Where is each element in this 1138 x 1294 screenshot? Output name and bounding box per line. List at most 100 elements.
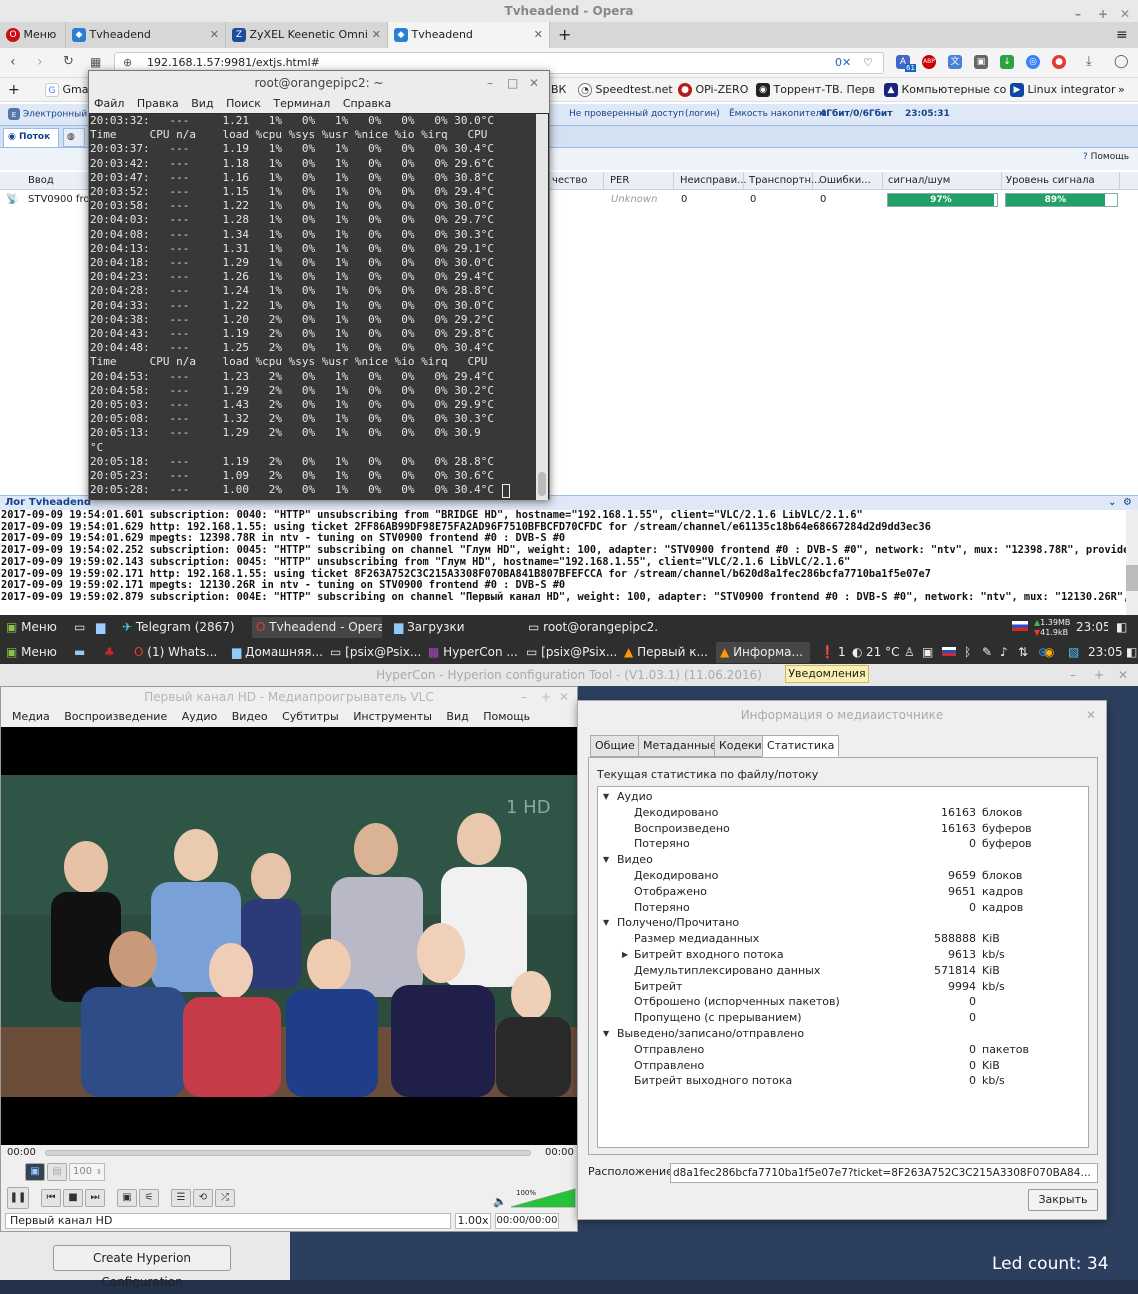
forward-icon[interactable]: › bbox=[37, 54, 43, 70]
download-green-icon[interactable]: ↓ bbox=[1000, 55, 1014, 69]
tab-codecs[interactable]: Кодеки bbox=[714, 735, 767, 757]
maximize-icon[interactable]: + bbox=[1094, 664, 1104, 686]
panel-menu-button[interactable]: ▣ Меню bbox=[2, 617, 66, 638]
tab-stream[interactable]: ◉ Поток bbox=[3, 128, 59, 147]
task-terminal[interactable]: ▭ root@orangepipc2... bbox=[524, 617, 658, 638]
tab-menu-icon[interactable]: ≡ bbox=[1110, 22, 1134, 48]
maximize-icon[interactable]: □ bbox=[507, 71, 518, 95]
close-icon[interactable]: ✕ bbox=[559, 687, 569, 707]
heart-icon[interactable]: ♡ bbox=[863, 53, 873, 73]
menu-video[interactable]: Видео bbox=[232, 710, 268, 723]
tree-item[interactable]: Отправлено 0 пакетов bbox=[598, 1042, 1088, 1058]
tab-tvheadend-2[interactable]: ◆ Tvheadend ✕ bbox=[388, 22, 550, 48]
tree-group[interactable]: ▼ Получено/Прочитано bbox=[598, 915, 1088, 931]
close-icon[interactable]: ✕ bbox=[1118, 664, 1128, 686]
tree-item[interactable]: Пропущено (с прерыванием) 0 bbox=[598, 1010, 1088, 1026]
expand-arrow-icon[interactable]: ▼ bbox=[603, 915, 609, 931]
panel-temperature[interactable]: 21 °C bbox=[862, 642, 904, 663]
tree-item[interactable]: Битрейт 9994 kb/s bbox=[598, 979, 1088, 995]
bookmark-speedtest[interactable]: ◔ Speedtest.net bbox=[578, 78, 673, 102]
user-icon[interactable]: ◧ bbox=[1112, 617, 1134, 638]
tree-item[interactable]: Отправлено 0 KiB bbox=[598, 1058, 1088, 1074]
bluetooth-icon[interactable]: ᛒ bbox=[960, 642, 976, 663]
more-bookmarks-icon[interactable]: » bbox=[1118, 78, 1125, 102]
extended-settings-button[interactable]: ⚟ bbox=[139, 1189, 159, 1207]
tab-zyxel[interactable]: Z ZyXEL Keenetic Omni Cи...✕ bbox=[226, 22, 388, 67]
tab-close-icon[interactable]: ✕ bbox=[534, 22, 543, 48]
tree-item[interactable]: Отброшено (испорченных пакетов) 0 bbox=[598, 994, 1088, 1010]
panel-menu-button-2[interactable]: ▣ Меню bbox=[2, 642, 66, 663]
volume-slider[interactable] bbox=[509, 1187, 577, 1209]
menu-tools[interactable]: Инструменты bbox=[353, 710, 432, 723]
new-tab-button[interactable]: + bbox=[552, 22, 574, 48]
bookmark-linux-integrator[interactable]: ▶ Linux integrator bbox=[1010, 78, 1116, 102]
zoom-spinbox[interactable]: 100 ⇕ bbox=[69, 1163, 105, 1181]
bookmark-vk[interactable]: ВК bbox=[551, 78, 566, 102]
tree-group[interactable]: ▼ Аудио bbox=[598, 789, 1088, 805]
bookmark-gmail[interactable]: G Gma bbox=[45, 78, 88, 102]
tab-metadata[interactable]: Метаданные bbox=[638, 735, 722, 757]
create-config-button[interactable]: Create Hyperion Configuration bbox=[53, 1245, 231, 1289]
col-quality[interactable]: чество bbox=[548, 172, 604, 190]
reload-icon[interactable]: ↻ bbox=[63, 54, 74, 69]
tvh-login-link[interactable]: (логин) bbox=[685, 109, 720, 119]
menu-view[interactable]: Вид bbox=[191, 97, 213, 110]
screenshot-icon[interactable]: ▣ bbox=[918, 642, 934, 663]
task-psix-2[interactable]: ▭ [psix@Psix... bbox=[522, 642, 616, 663]
tree-group[interactable]: ▼ Выведено/записано/отправлено bbox=[598, 1026, 1088, 1042]
speaker-icon[interactable]: 🔈 bbox=[493, 1195, 507, 1208]
col-input[interactable]: Ввод bbox=[24, 172, 94, 190]
abp-icon[interactable]: ABP bbox=[922, 55, 936, 69]
menu-media[interactable]: Медиа bbox=[12, 710, 50, 723]
tree-item[interactable]: Демультиплексировано данных 571814 KiB bbox=[598, 963, 1088, 979]
add-bookmark-icon[interactable]: + bbox=[8, 78, 20, 102]
task-downloads[interactable]: ▆ Загрузки bbox=[390, 617, 520, 638]
close-button[interactable]: Закрыть bbox=[1028, 1189, 1098, 1211]
col-transport[interactable]: Транспортн... bbox=[745, 172, 821, 190]
expand-arrow-icon[interactable]: ▼ bbox=[603, 852, 609, 868]
log-scrollbar[interactable] bbox=[1126, 510, 1138, 615]
fullscreen-button[interactable]: ▣ bbox=[117, 1189, 137, 1207]
playback-speed[interactable]: 1.00x bbox=[455, 1213, 491, 1229]
menu-view[interactable]: Вид bbox=[446, 710, 468, 723]
monitor-icon[interactable]: ▧ bbox=[1064, 642, 1082, 663]
russian-flag-icon[interactable] bbox=[1008, 617, 1030, 638]
menu-terminal[interactable]: Терминал bbox=[273, 97, 330, 110]
tab-tvheadend-1[interactable]: ◆ Tvheadend ✕ bbox=[66, 22, 226, 48]
files-launcher-icon[interactable]: ▆ bbox=[92, 617, 112, 638]
pause-button[interactable]: ❚❚ bbox=[7, 1187, 29, 1209]
expand-arrow-icon[interactable]: ▼ bbox=[603, 1026, 609, 1042]
russian-flag-icon[interactable] bbox=[938, 642, 956, 663]
task-opera[interactable]: O Tvheadend - Opera bbox=[252, 617, 382, 638]
extension-red-icon[interactable]: ● bbox=[1052, 55, 1066, 69]
panel-clock[interactable]: 23:05 bbox=[1072, 617, 1108, 638]
minimize-icon[interactable]: – bbox=[487, 71, 493, 95]
minimize-icon[interactable]: – bbox=[1070, 664, 1076, 686]
menu-file[interactable]: Файл bbox=[94, 97, 124, 110]
bookmark-opi-zero[interactable]: ● OPi-ZERO bbox=[678, 78, 748, 102]
col-snr[interactable]: сигнал/шум bbox=[884, 172, 1002, 190]
terminal-launcher-icon[interactable]: ▭ bbox=[70, 617, 90, 638]
extension-blue-icon[interactable]: ◎ bbox=[1026, 55, 1040, 69]
task-hypercon[interactable]: ▩ HyperCon ... bbox=[424, 642, 518, 663]
close-icon[interactable]: ✕ bbox=[1086, 701, 1096, 729]
tree-item[interactable]: Отображено 9651 кадров bbox=[598, 884, 1088, 900]
collapse-icon[interactable]: ⌄ bbox=[1108, 496, 1116, 510]
stop-button[interactable]: ■ bbox=[63, 1189, 83, 1207]
col-errors[interactable]: Ошибки... bbox=[815, 172, 883, 190]
menu-search[interactable]: Поиск bbox=[226, 97, 261, 110]
extension-icon[interactable]: ▣ bbox=[974, 55, 988, 69]
expand-arrow-icon[interactable]: ▼ bbox=[603, 789, 609, 805]
task-psix-1[interactable]: ▭ [psix@Psix... bbox=[326, 642, 420, 663]
tab-statistics[interactable]: Статистика bbox=[762, 735, 840, 757]
tree-group[interactable]: ▼ Видео bbox=[598, 852, 1088, 868]
cherry-icon[interactable]: ♣ bbox=[100, 642, 124, 663]
back-icon[interactable]: ‹ bbox=[10, 54, 16, 70]
pen-icon[interactable]: ✎ bbox=[978, 642, 994, 663]
tab-close-icon[interactable]: ✕ bbox=[210, 22, 219, 48]
tab-close-icon[interactable]: ✕ bbox=[372, 22, 381, 48]
location-field[interactable]: d8a1fec286bcfa7710ba1f5e07e7?ticket=8F26… bbox=[670, 1163, 1098, 1183]
video-frame[interactable]: 1 HD bbox=[1, 727, 577, 1145]
tree-item[interactable]: Битрейт выходного потока 0 kb/s bbox=[598, 1073, 1088, 1089]
menu-help[interactable]: Помощь bbox=[483, 710, 530, 723]
